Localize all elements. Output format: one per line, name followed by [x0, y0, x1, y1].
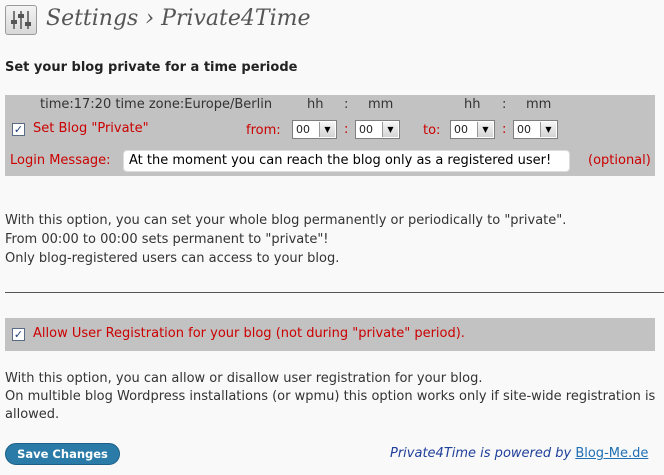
- checkmark-icon: ✓: [13, 328, 24, 341]
- help-text-line: Only blog-registered users can access to…: [5, 251, 340, 266]
- to-label: to:: [423, 123, 441, 138]
- to-hour-select[interactable]: 00 ▼: [450, 120, 495, 139]
- checkmark-icon: ✓: [13, 123, 24, 136]
- powered-by-text: Private4Time is powered by: [390, 446, 576, 461]
- optional-label: (optional): [588, 153, 651, 168]
- to-minute-select[interactable]: 00 ▼: [513, 120, 558, 139]
- help-text-line: allowed.: [5, 407, 60, 422]
- section-heading: Set your blog private for a time periode: [5, 60, 298, 75]
- from-hour-value: 00: [296, 123, 310, 136]
- help-text-line: With this option, you can allow or disal…: [5, 371, 483, 386]
- mm-label-to: mm: [526, 97, 552, 112]
- help-text-line: On multible blog Wordpress installations…: [5, 389, 656, 404]
- colon-label-from: :: [344, 97, 349, 112]
- chevron-down-icon: ▼: [477, 122, 493, 137]
- help-text-line: With this option, you can set your whole…: [5, 213, 567, 228]
- from-colon: :: [344, 122, 349, 137]
- chevron-down-icon: ▼: [382, 122, 398, 137]
- set-private-checkbox[interactable]: ✓: [12, 123, 25, 136]
- allow-registration-checkbox[interactable]: ✓: [12, 328, 25, 341]
- help-text-line: From 00:00 to 00:00 sets permanent to "p…: [5, 232, 329, 247]
- from-minute-value: 00: [359, 123, 373, 136]
- divider: [5, 292, 664, 293]
- powered-by: Private4Time is powered by Blog-Me.de: [390, 446, 648, 461]
- time-info: time:17:20 time zone:Europe/Berlin: [40, 97, 273, 112]
- colon-label-to: :: [502, 97, 507, 112]
- from-minute-select[interactable]: 00 ▼: [355, 120, 400, 139]
- save-changes-button[interactable]: Save Changes: [5, 443, 120, 465]
- blog-me-link[interactable]: Blog-Me.de: [575, 446, 648, 461]
- allow-registration-label: Allow User Registration for your blog (n…: [33, 326, 465, 341]
- from-label: from:: [246, 123, 281, 138]
- mm-label-from: mm: [368, 97, 394, 112]
- to-colon: :: [502, 122, 507, 137]
- hh-label-from: hh: [307, 97, 324, 112]
- from-hour-select[interactable]: 00 ▼: [292, 120, 337, 139]
- login-message-input[interactable]: At the moment you can reach the blog onl…: [123, 150, 570, 172]
- to-hour-value: 00: [454, 123, 468, 136]
- hh-label-to: hh: [464, 97, 481, 112]
- chevron-down-icon: ▼: [319, 122, 335, 137]
- chevron-down-icon: ▼: [540, 122, 556, 137]
- settings-icon: [5, 5, 37, 35]
- to-minute-value: 00: [517, 123, 531, 136]
- login-message-label: Login Message:: [10, 153, 111, 168]
- page-title: Settings › Private4Time: [46, 6, 311, 31]
- set-private-label: Set Blog "Private": [33, 121, 149, 136]
